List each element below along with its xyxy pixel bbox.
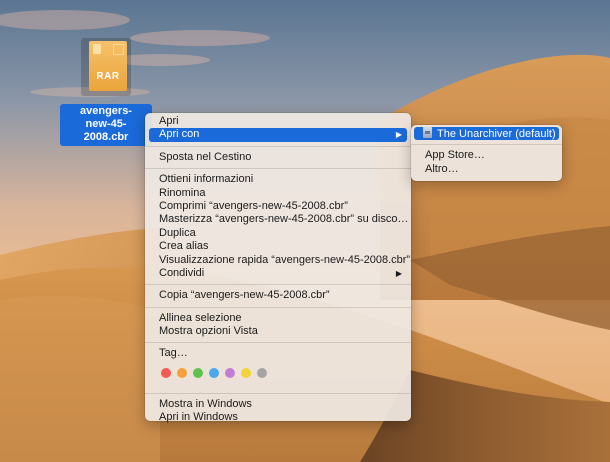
- menu-separator: [145, 168, 411, 170]
- menu-item-clean-up-selection[interactable]: Allinea selezione: [145, 312, 411, 325]
- menu-item-open-with[interactable]: Apri con ▶: [149, 128, 407, 142]
- menu-item-make-alias[interactable]: Crea alias: [145, 240, 411, 253]
- tag-blue-dot[interactable]: [209, 367, 219, 378]
- rar-archive-icon: RAR: [81, 38, 131, 96]
- tag-purple-dot[interactable]: [225, 367, 235, 378]
- menu-item-copy[interactable]: Copia “avengers-new-45-2008.cbr”: [145, 289, 411, 302]
- menu-item-share[interactable]: Condividi ▶: [145, 267, 411, 280]
- menu-item-show-in-windows[interactable]: Mostra in Windows: [145, 398, 411, 411]
- menu-item-compress[interactable]: Comprimi “avengers-new-45-2008.cbr”: [145, 200, 411, 213]
- menu-separator: [145, 306, 411, 308]
- submenu-arrow-icon: ▶: [395, 268, 402, 278]
- menu-separator: [145, 392, 411, 394]
- menu-separator: [145, 145, 411, 147]
- menu-item-show-view-options[interactable]: Mostra opzioni Vista: [145, 325, 411, 338]
- file-name-label[interactable]: avengers- new-45-2008.cbr: [60, 104, 152, 146]
- rar-badge: RAR: [96, 71, 120, 82]
- menu-item-open-in-windows[interactable]: Apri in Windows: [145, 411, 411, 424]
- desktop-file-icon[interactable]: RAR avengers- new-45-2008.cbr: [60, 38, 152, 146]
- menu-separator: [145, 284, 411, 286]
- menu-separator: [145, 342, 411, 344]
- menu-item-open[interactable]: Apri: [145, 115, 411, 128]
- open-with-submenu: The Unarchiver (default) App Store… Altr…: [411, 125, 562, 181]
- menu-item-duplicate[interactable]: Duplica: [145, 227, 411, 240]
- menu-item-move-to-trash[interactable]: Sposta nel Cestino: [145, 151, 411, 164]
- context-menu: Apri Apri con ▶ Sposta nel Cestino Ottie…: [145, 113, 411, 424]
- tag-red-dot[interactable]: [161, 367, 171, 378]
- menu-separator: [411, 144, 562, 146]
- menu-item-get-info[interactable]: Ottieni informazioni: [145, 173, 411, 186]
- menu-item-tags[interactable]: Tag…: [145, 347, 411, 360]
- tag-gray-dot[interactable]: [257, 367, 267, 378]
- menu-item-quick-look[interactable]: Visualizzazione rapida “avengers-new-45-…: [145, 254, 411, 267]
- tag-orange-dot[interactable]: [177, 367, 187, 378]
- menu-item-rename[interactable]: Rinomina: [145, 187, 411, 200]
- tag-green-dot[interactable]: [193, 367, 203, 378]
- unarchiver-app-icon: [423, 127, 432, 138]
- submenu-item-other[interactable]: Altro…: [411, 163, 562, 176]
- tag-yellow-dot[interactable]: [241, 367, 251, 378]
- submenu-item-app-store[interactable]: App Store…: [411, 149, 562, 162]
- menu-item-burn-to-disc[interactable]: Masterizza “avengers-new-45-2008.cbr” su…: [145, 213, 411, 226]
- submenu-item-the-unarchiver[interactable]: The Unarchiver (default): [414, 127, 559, 141]
- tag-colors-row: [145, 365, 411, 381]
- submenu-arrow-icon: ▶: [395, 130, 402, 140]
